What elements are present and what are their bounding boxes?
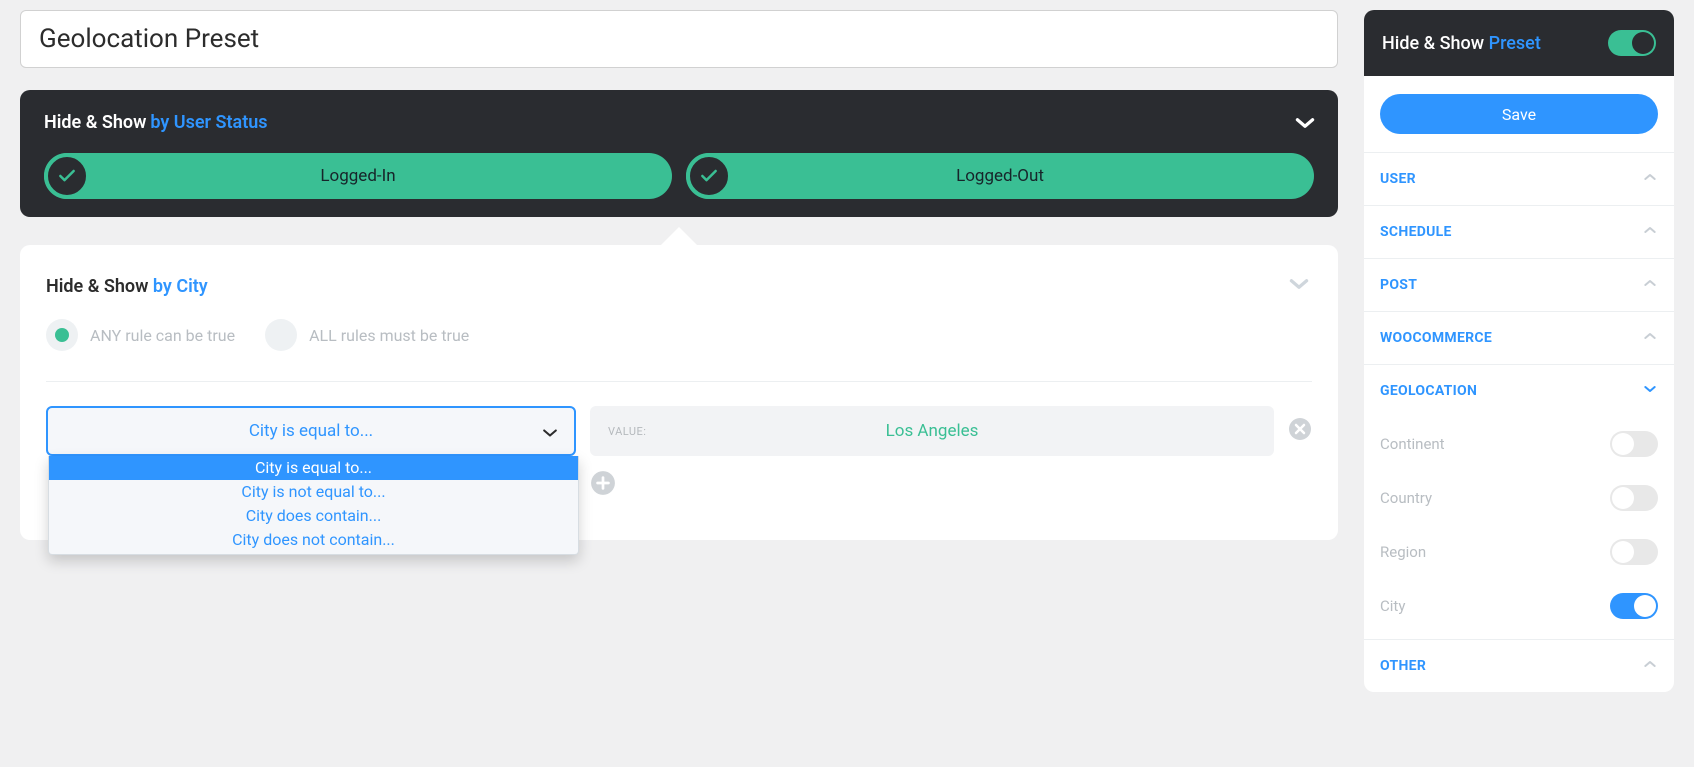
chevron-down-icon[interactable] [1292,110,1318,140]
check-icon [686,153,732,199]
condition-dropdown: City is equal to... City is not equal to… [48,456,579,555]
panel-title-suffix: by User Status [150,112,267,133]
sidebar-header-suffix: Preset [1489,33,1541,54]
notch-indicator [659,227,699,247]
value-text: Los Angeles [608,421,1256,441]
logged-out-pill[interactable]: Logged-Out [686,153,1314,199]
dropdown-option[interactable]: City does contain... [49,504,578,528]
all-rules-radio[interactable]: ALL rules must be true [265,319,469,351]
value-input[interactable]: VALUE: Los Angeles [590,406,1274,456]
sidebar-section-schedule[interactable]: SCHEDULE [1364,205,1674,258]
value-label: VALUE: [608,425,646,438]
section-label: SCHEDULE [1380,224,1452,240]
section-label: GEOLOCATION [1380,383,1477,399]
sidebar-section-woocommerce[interactable]: WOOCOMMERCE [1364,311,1674,364]
country-toggle[interactable] [1610,485,1658,511]
check-icon [44,153,90,199]
chevron-up-icon [1642,656,1658,676]
dropdown-option[interactable]: City is equal to... [49,456,578,480]
section-label: WOOCOMMERCE [1380,330,1492,346]
panel-title-prefix: Hide & Show [44,112,146,133]
item-label: Region [1380,543,1426,561]
pill-label: Logged-In [320,166,395,186]
city-panel: Hide & Show by City ANY rule can be true… [20,245,1338,540]
sidebar-header-prefix: Hide & Show [1382,33,1484,54]
delete-rule-button[interactable] [1288,417,1312,445]
panel-title-suffix: by City [153,276,208,297]
radio-icon [46,319,78,351]
geo-item-region: Region [1364,525,1674,579]
preset-title-input[interactable] [20,10,1338,68]
radio-label: ANY rule can be true [90,326,235,345]
section-label: POST [1380,277,1417,293]
city-toggle[interactable] [1610,593,1658,619]
sidebar-card: Hide & Show Preset Save USER SCHEDULE PO… [1364,10,1674,692]
any-rule-radio[interactable]: ANY rule can be true [46,319,235,351]
pill-label: Logged-Out [956,166,1044,186]
save-button[interactable]: Save [1380,94,1658,134]
item-label: Continent [1380,435,1445,453]
radio-label: ALL rules must be true [309,326,469,345]
continent-toggle[interactable] [1610,431,1658,457]
preset-master-toggle[interactable] [1608,30,1656,56]
chevron-down-icon [1642,381,1658,401]
section-label: OTHER [1380,658,1426,674]
region-toggle[interactable] [1610,539,1658,565]
logged-in-pill[interactable]: Logged-In [44,153,672,199]
sidebar-section-geolocation[interactable]: GEOLOCATION [1364,364,1674,417]
item-label: Country [1380,489,1432,507]
chevron-up-icon [1642,169,1658,189]
item-label: City [1380,597,1405,615]
divider [46,381,1312,382]
dropdown-option[interactable]: City is not equal to... [49,480,578,504]
chevron-up-icon [1642,222,1658,242]
radio-icon [265,319,297,351]
geo-item-city: City [1364,579,1674,639]
chevron-up-icon [1642,275,1658,295]
sidebar-section-other[interactable]: OTHER [1364,639,1674,692]
condition-select[interactable]: City is equal to... City is equal to... … [46,406,576,456]
chevron-down-icon [540,423,560,448]
sidebar-section-post[interactable]: POST [1364,258,1674,311]
section-label: USER [1380,171,1416,187]
panel-title-prefix: Hide & Show [46,276,148,297]
user-status-panel: Hide & Show by User Status Logged-In [20,90,1338,217]
chevron-down-icon[interactable] [1286,271,1312,301]
geo-item-country: Country [1364,471,1674,525]
dropdown-option[interactable]: City does not contain... [49,528,578,552]
chevron-up-icon [1642,328,1658,348]
select-value: City is equal to... [249,421,373,441]
add-rule-button[interactable] [590,470,616,500]
sidebar-section-user[interactable]: USER [1364,152,1674,205]
geo-item-continent: Continent [1364,417,1674,471]
